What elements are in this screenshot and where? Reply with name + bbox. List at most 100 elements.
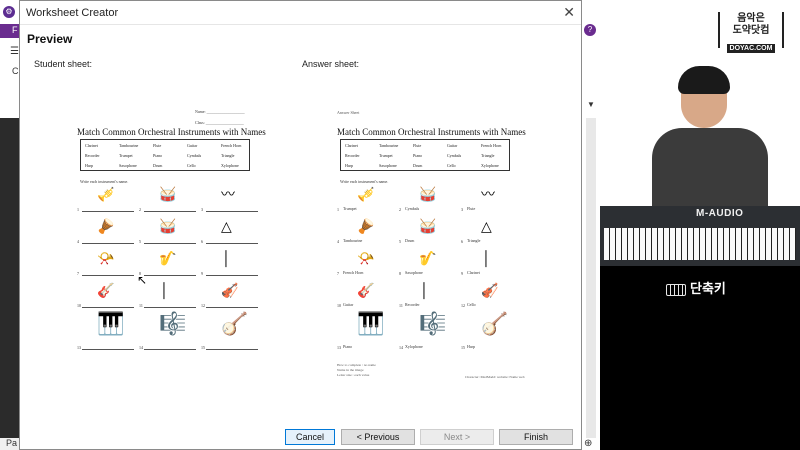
- worksheet-title: Match Common Orchestral Instruments with…: [337, 127, 526, 137]
- answer-line: [206, 349, 258, 350]
- answer-line: [82, 211, 134, 212]
- help-icon[interactable]: ?: [584, 24, 596, 36]
- worksheet-creator-dialog: Worksheet Creator ✕ Preview Student shee…: [19, 0, 582, 450]
- name-class-lines: Name: ___________________ Class: _______…: [195, 109, 245, 125]
- ribbon-tab[interactable]: F: [0, 24, 20, 38]
- word-bank: Clarinet Tambourine Flute Guitar French Horn…: [80, 139, 250, 171]
- word-bank-cell: Clarinet: [345, 143, 358, 148]
- item-number: 2: [139, 207, 141, 212]
- instrument-icon: 🎼: [419, 311, 447, 336]
- word-bank-cell: Triangle: [221, 153, 235, 158]
- instrument-item: 🎺 1 Trumpet: [337, 187, 397, 219]
- instrument-item: 📯 7: [77, 251, 137, 283]
- item-answer: Harp: [467, 344, 475, 349]
- item-number: 6: [201, 239, 203, 244]
- instrument-item: 🎹 13: [77, 311, 137, 355]
- item-answer: Cymbals: [405, 206, 420, 211]
- answer-line: [82, 275, 134, 276]
- item-answer: Triangle: [467, 238, 481, 243]
- instrument-icon: 🎺: [97, 188, 115, 203]
- background-app-right-edge: ? ▼ ⊕: [582, 0, 600, 450]
- word-bank-cell: Cello: [187, 163, 196, 168]
- word-bank-cell: Tambourine: [379, 143, 399, 148]
- answer-line: [82, 243, 134, 244]
- mouse-cursor-icon: ↖: [137, 273, 148, 287]
- instrument-icon: 🎻: [481, 284, 499, 299]
- word-bank-cell: Clarinet: [85, 143, 98, 148]
- instrument-icon: │: [159, 284, 169, 299]
- word-bank-cell: Guitar: [447, 143, 458, 148]
- instrument-icon: 📯: [357, 252, 375, 267]
- vertical-scrollbar[interactable]: [586, 118, 596, 438]
- word-bank-cell: Saxophone: [119, 163, 137, 168]
- next-button[interactable]: Next >: [420, 429, 494, 445]
- answer-line: [144, 211, 196, 212]
- finish-button[interactable]: Finish: [499, 429, 573, 445]
- item-answer: Trumpet: [343, 206, 357, 211]
- word-bank-cell: Trumpet: [119, 153, 133, 158]
- instrument-icon: 🪕: [221, 311, 249, 336]
- item-number: 14: [399, 345, 403, 350]
- answer-line: [206, 211, 258, 212]
- close-icon[interactable]: ✕: [563, 4, 575, 21]
- instrument-icon: 🎹: [97, 311, 125, 336]
- instrument-item: 📯 7 French Horn: [337, 251, 397, 283]
- instrument-icon: 🪘: [97, 220, 115, 235]
- item-answer: Cello: [467, 302, 476, 307]
- background-app: ⚙ F ☰ C Pa: [0, 0, 20, 450]
- zoom-in-icon[interactable]: ⊕: [584, 438, 592, 449]
- instrument-item: 🪘 4 Tambourine: [337, 219, 397, 251]
- instrument-item: │ 9 Clarinet: [461, 251, 521, 283]
- instrument-item: │ 9: [201, 251, 261, 283]
- instrument-icon: 🪕: [481, 311, 509, 336]
- word-bank-cell: Drum: [413, 163, 423, 168]
- instrument-icon: 🎸: [357, 284, 375, 299]
- instrument-icon: 〰: [221, 188, 235, 203]
- answer-line: [144, 275, 196, 276]
- instrument-icon: 🎹: [357, 311, 385, 336]
- item-number: 14: [139, 345, 143, 350]
- instrument-item: 🪕 15 Harp: [461, 311, 521, 355]
- item-number: 4: [77, 239, 79, 244]
- answer-line: [144, 243, 196, 244]
- item-number: 13: [77, 345, 81, 350]
- instrument-icon: 📯: [97, 252, 115, 267]
- background-canvas: [0, 118, 20, 438]
- instrument-icon: 🥁: [159, 220, 177, 235]
- item-answer: French Horn: [343, 270, 364, 275]
- app-logo-icon: ⚙: [3, 6, 15, 18]
- worksheet-title: Match Common Orchestral Instruments with…: [77, 127, 266, 137]
- item-number: 7: [337, 271, 339, 276]
- ribbon-tool-icon[interactable]: ☰: [10, 46, 19, 57]
- student-sheet-label: Student sheet:: [34, 59, 93, 69]
- previous-button[interactable]: < Previous: [341, 429, 415, 445]
- cancel-button[interactable]: Cancel: [285, 429, 335, 445]
- webcam-overlay: 음악은 도약닷컴 DOYAC.COM M-AUDIO 단축키: [600, 0, 800, 450]
- dialog-title: Worksheet Creator: [20, 1, 581, 25]
- item-number: 3: [461, 207, 463, 212]
- item-number: 1: [337, 207, 339, 212]
- instrument-icon: 🎻: [221, 284, 239, 299]
- item-number: 6: [461, 239, 463, 244]
- item-number: 15: [461, 345, 465, 350]
- item-answer: Flute: [467, 206, 476, 211]
- instrument-item: △ 6 Triangle: [461, 219, 521, 251]
- instrument-item: 〰 3 Flute: [461, 187, 521, 219]
- word-bank-cell: Guitar: [187, 143, 198, 148]
- item-number: 11: [399, 303, 403, 308]
- instrument-item: 🎷 8: [139, 251, 199, 283]
- word-bank-cell: Xylophone: [221, 163, 239, 168]
- answer-sheet-preview: Answer Sheet Match Common Orchestral Ins…: [335, 101, 535, 391]
- item-answer: Drum: [405, 238, 415, 243]
- keyboard-icon: [666, 283, 686, 296]
- instrument-icon: 🪘: [357, 220, 375, 235]
- piano-keys: [604, 228, 796, 260]
- instrument-item: 🎹 13 Piano: [337, 311, 397, 355]
- instrument-icon: △: [481, 220, 492, 235]
- item-number: 5: [399, 239, 401, 244]
- word-bank-cell: Piano: [153, 153, 163, 158]
- word-bank-cell: Harp: [85, 163, 93, 168]
- word-bank-cell: Triangle: [481, 153, 495, 158]
- item-number: 5: [139, 239, 141, 244]
- scroll-arrow-icon[interactable]: ▼: [587, 100, 595, 109]
